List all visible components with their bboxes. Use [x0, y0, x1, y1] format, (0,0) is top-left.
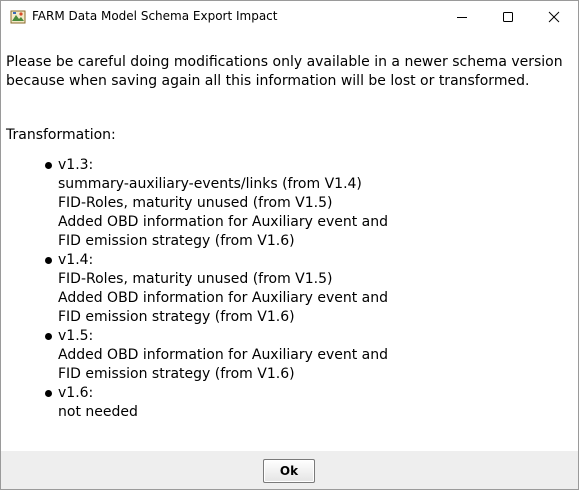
version-detail: summary-auxiliary-events/links (from V1.… — [58, 176, 362, 192]
bullet-icon — [45, 257, 52, 264]
list-item-v1-3: v1.3: summary-auxiliary-events/links (fr… — [43, 156, 388, 251]
list-item-v1-4: v1.4: FID-Roles, maturity unused (from V… — [43, 251, 388, 327]
transformation-heading: Transformation: — [6, 127, 116, 143]
dialog-content: Please be careful doing modifications on… — [1, 33, 578, 451]
dialog-window: FARM Data Model Schema Export Impact Ple… — [0, 0, 579, 490]
bullet-icon — [45, 333, 52, 340]
version-detail: FID emission strategy (from V1.6) — [58, 366, 295, 382]
version-detail: FID-Roles, maturity unused (from V1.5) — [58, 271, 333, 287]
version-label: v1.5: — [58, 328, 94, 344]
close-button[interactable] — [531, 1, 577, 33]
list-item-v1-6: v1.6: not needed — [43, 384, 388, 422]
warning-line-2: because when saving again all this infor… — [6, 73, 530, 89]
version-label: v1.3: — [58, 157, 94, 173]
minimize-button[interactable] — [439, 1, 485, 33]
version-label: v1.4: — [58, 252, 94, 268]
version-detail: FID emission strategy (from V1.6) — [58, 309, 295, 325]
version-detail: Added OBD information for Auxiliary even… — [58, 214, 388, 230]
button-bar: Ok — [1, 451, 578, 489]
window-title: FARM Data Model Schema Export Impact — [32, 9, 278, 23]
farm-app-icon — [10, 10, 26, 24]
version-detail: FID-Roles, maturity unused (from V1.5) — [58, 195, 333, 211]
maximize-icon — [503, 12, 513, 22]
version-detail: Added OBD information for Auxiliary even… — [58, 347, 388, 363]
version-detail: Added OBD information for Auxiliary even… — [58, 290, 388, 306]
warning-message: Please be careful doing modifications on… — [6, 53, 578, 91]
bullet-icon — [45, 390, 52, 397]
version-label: v1.6: — [58, 385, 94, 401]
title-bar[interactable]: FARM Data Model Schema Export Impact — [1, 1, 578, 33]
maximize-button[interactable] — [485, 1, 531, 33]
minimize-icon — [457, 17, 467, 18]
close-icon — [548, 11, 560, 23]
transformation-list: v1.3: summary-auxiliary-events/links (fr… — [43, 156, 388, 422]
ok-button[interactable]: Ok — [263, 459, 315, 483]
version-detail: FID emission strategy (from V1.6) — [58, 233, 295, 249]
warning-line-1: Please be careful doing modifications on… — [6, 54, 563, 70]
list-item-v1-5: v1.5: Added OBD information for Auxiliar… — [43, 327, 388, 384]
version-detail: not needed — [58, 404, 138, 420]
bullet-icon — [45, 162, 52, 169]
